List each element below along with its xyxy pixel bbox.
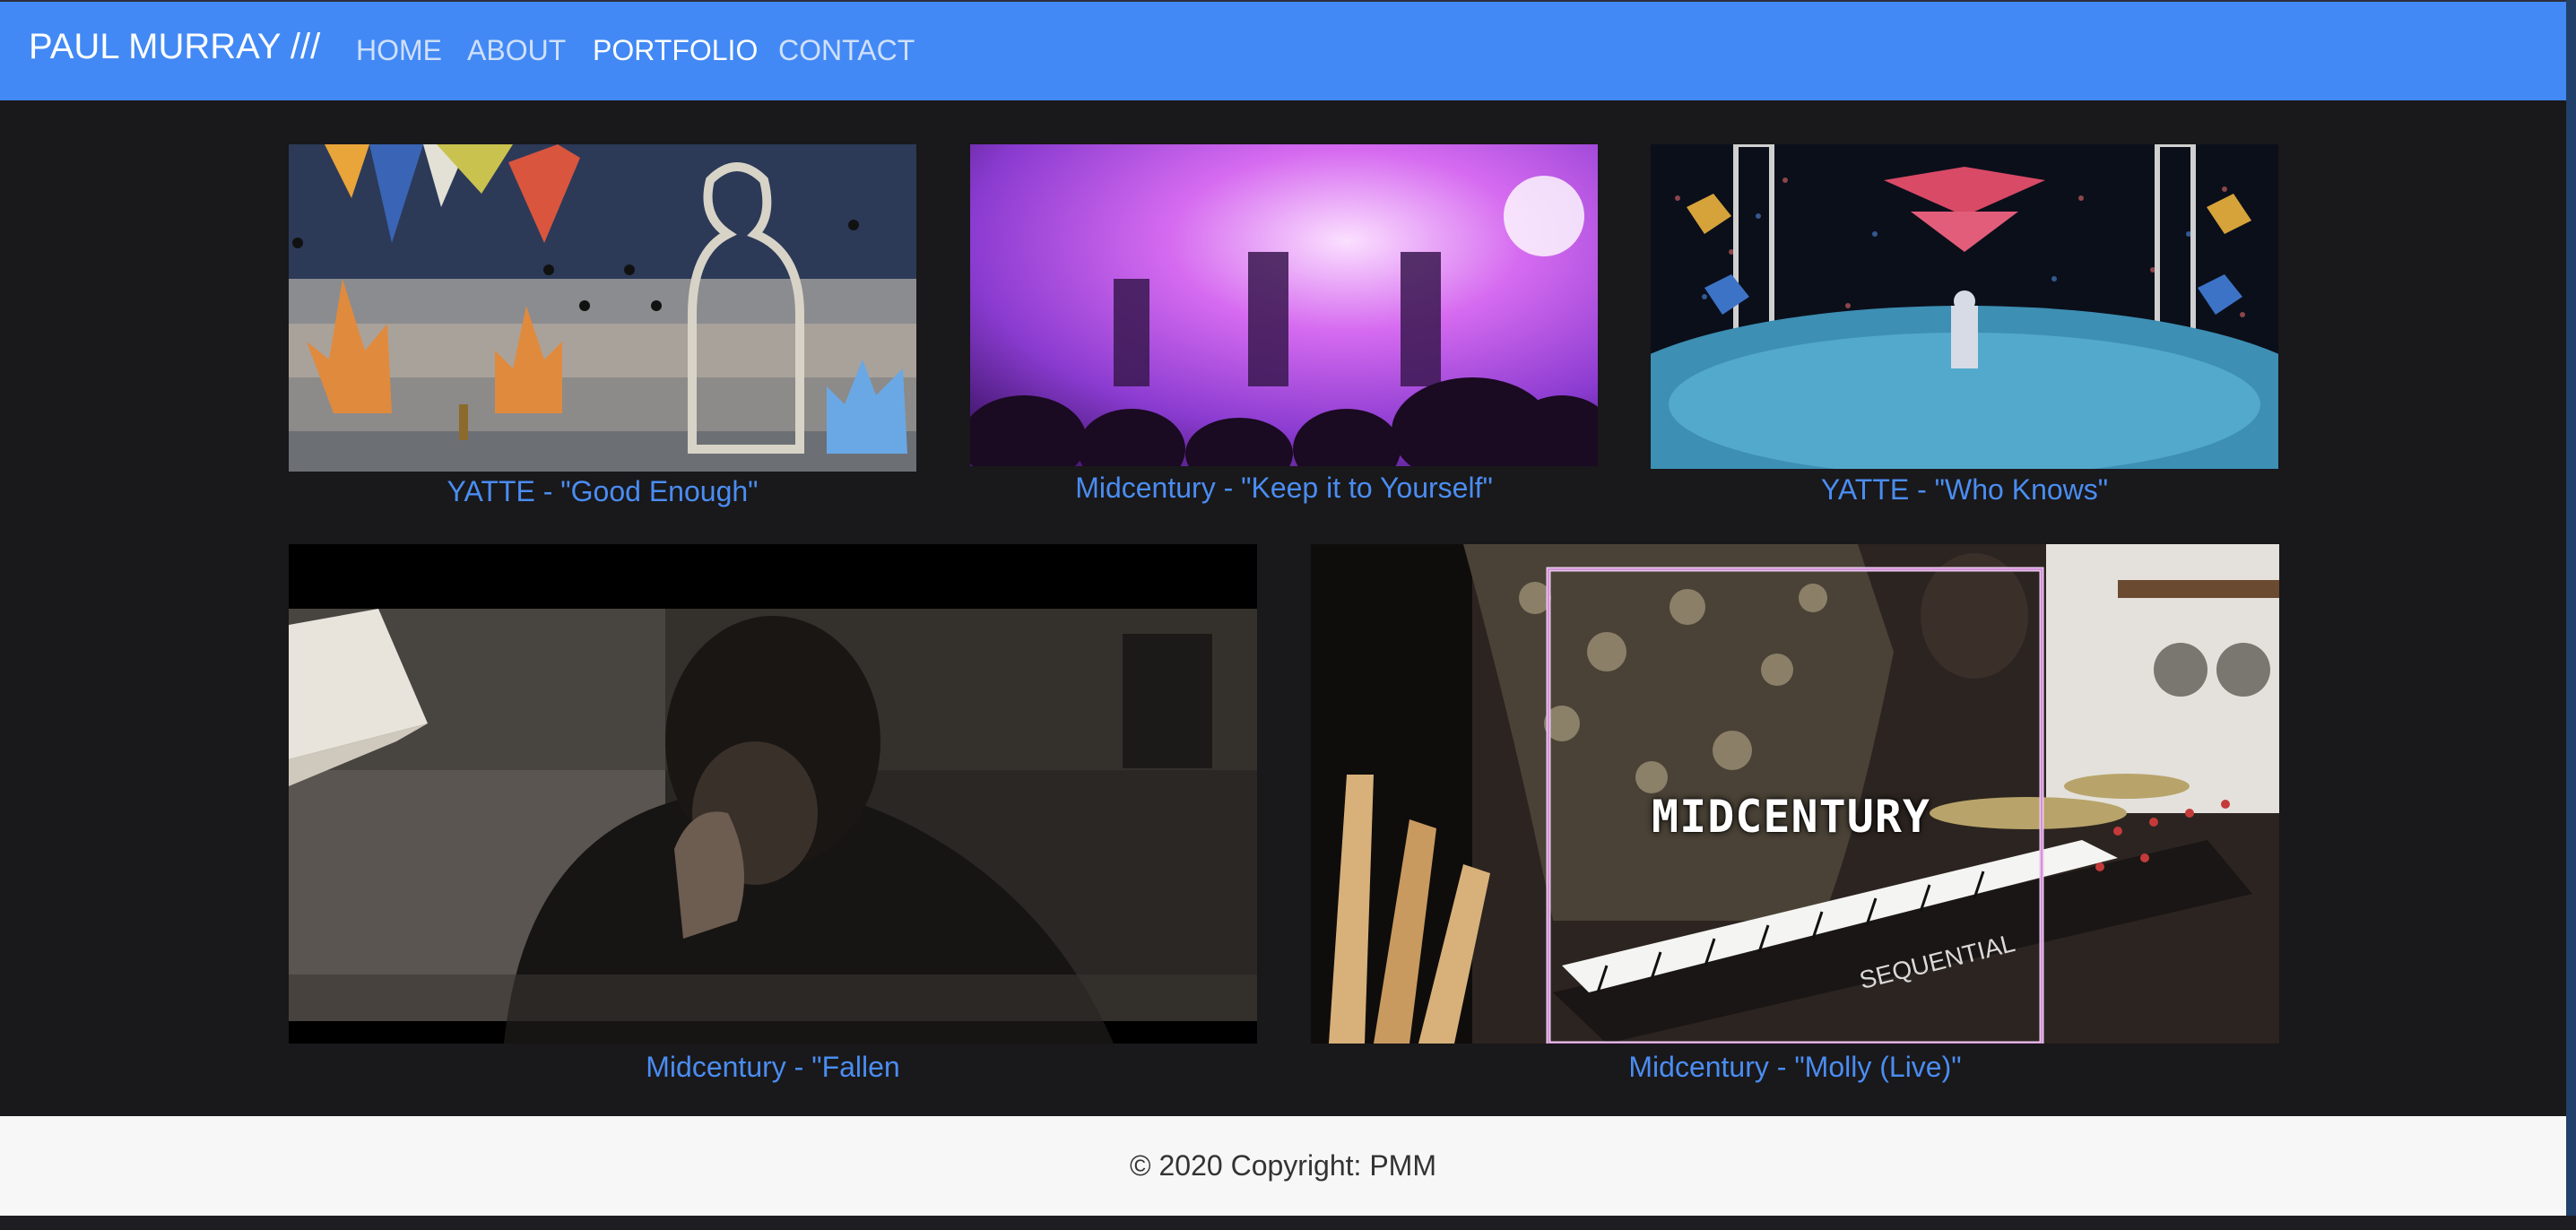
- video-title-link[interactable]: Midcentury - "Fallen: [289, 1051, 1257, 1084]
- video-thumbnail-good-enough[interactable]: [289, 144, 916, 472]
- window-edge: [2566, 0, 2576, 1216]
- video-thumbnail-molly-live[interactable]: MIDCENTURY SEQUENTIAL: [1311, 544, 2279, 1044]
- nav-link-home[interactable]: HOME: [356, 34, 442, 67]
- video-title-link[interactable]: YATTE - "Good Enough": [289, 475, 916, 508]
- midcentury-overlay-text: MIDCENTURY: [1652, 791, 1931, 843]
- copyright-text: © 2020 Copyright: PMM: [1130, 1149, 1436, 1182]
- nav-link-portfolio[interactable]: PORTFOLIO: [593, 34, 758, 67]
- video-thumbnail-fallen[interactable]: [289, 544, 1257, 1044]
- navbar: PAUL MURRAY /// HOME ABOUT PORTFOLIO CON…: [0, 0, 2566, 100]
- window-bottom-edge: [0, 1216, 2576, 1230]
- video-title-link[interactable]: Midcentury - "Molly (Live)": [1311, 1051, 2279, 1084]
- video-thumbnail-keep-it-to-yourself[interactable]: [970, 144, 1598, 466]
- footer: © 2020 Copyright: PMM: [0, 1116, 2566, 1216]
- nav-link-about[interactable]: ABOUT: [467, 34, 566, 67]
- nav-link-contact[interactable]: CONTACT: [778, 34, 915, 67]
- video-title-link[interactable]: Midcentury - "Keep it to Yourself": [970, 472, 1598, 505]
- video-thumbnail-who-knows[interactable]: [1651, 144, 2278, 469]
- portfolio-section: YATTE - "Good Enough" Midcentury - "Keep…: [0, 100, 2566, 1116]
- brand-logo[interactable]: PAUL MURRAY ///: [29, 27, 320, 67]
- video-title-link[interactable]: YATTE - "Who Knows": [1651, 473, 2278, 507]
